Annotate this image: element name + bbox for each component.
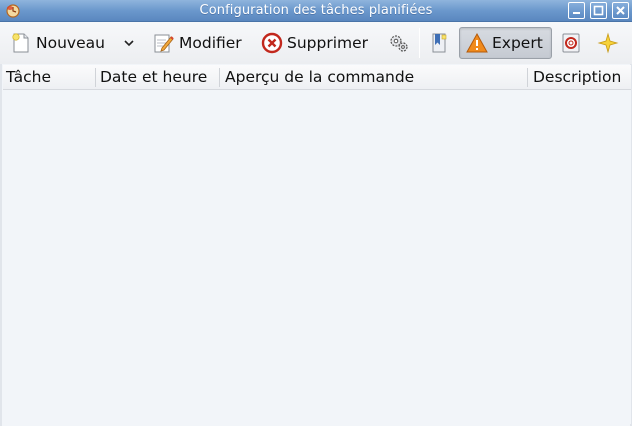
column-header-datetime[interactable]: Date et heure	[97, 65, 207, 90]
bookmark-button[interactable]	[428, 27, 450, 59]
favorite-button[interactable]	[597, 27, 619, 59]
task-list[interactable]	[3, 90, 631, 424]
column-resize-handle[interactable]	[527, 68, 528, 87]
window-frame-left	[0, 64, 2, 426]
bookmark-icon	[428, 32, 450, 54]
toolbar-separator	[419, 28, 420, 58]
column-header-description[interactable]: Description	[530, 65, 621, 90]
minimize-button[interactable]	[568, 2, 585, 19]
chevron-down-icon	[122, 32, 136, 54]
column-header-command-preview[interactable]: Aperçu de la commande	[222, 65, 414, 90]
window-title: Configuration des tâches planifiées	[199, 3, 433, 18]
close-button[interactable]	[612, 2, 629, 19]
help-button[interactable]	[560, 27, 582, 59]
new-dropdown-button[interactable]	[122, 27, 136, 59]
edit-icon	[153, 32, 175, 54]
maximize-button[interactable]	[590, 2, 607, 19]
task-table-header: Tâche Date et heure Aperçu de la command…	[3, 65, 631, 90]
settings-button[interactable]	[388, 27, 410, 59]
column-header-task[interactable]: Tâche	[3, 65, 51, 90]
toolbar: Nouveau Modifier Supprimer Expert	[0, 22, 632, 64]
modify-button[interactable]: Modifier	[153, 27, 242, 59]
modify-button-label: Modifier	[179, 34, 242, 52]
star-icon	[597, 32, 619, 54]
new-button-label: Nouveau	[36, 34, 105, 52]
column-resize-handle[interactable]	[95, 68, 96, 87]
title-bar[interactable]: Configuration des tâches planifiées	[0, 0, 632, 22]
new-document-icon	[10, 32, 32, 54]
new-button[interactable]: Nouveau	[10, 27, 105, 59]
gears-icon	[388, 32, 410, 54]
delete-icon	[261, 32, 283, 54]
warning-icon	[466, 32, 488, 54]
delete-button[interactable]: Supprimer	[261, 27, 368, 59]
delete-button-label: Supprimer	[287, 34, 369, 52]
expert-button-label: Expert	[492, 34, 543, 52]
expert-toggle-button[interactable]: Expert	[459, 27, 552, 59]
help-lifebuoy-icon	[560, 32, 582, 54]
column-resize-handle[interactable]	[219, 68, 220, 87]
